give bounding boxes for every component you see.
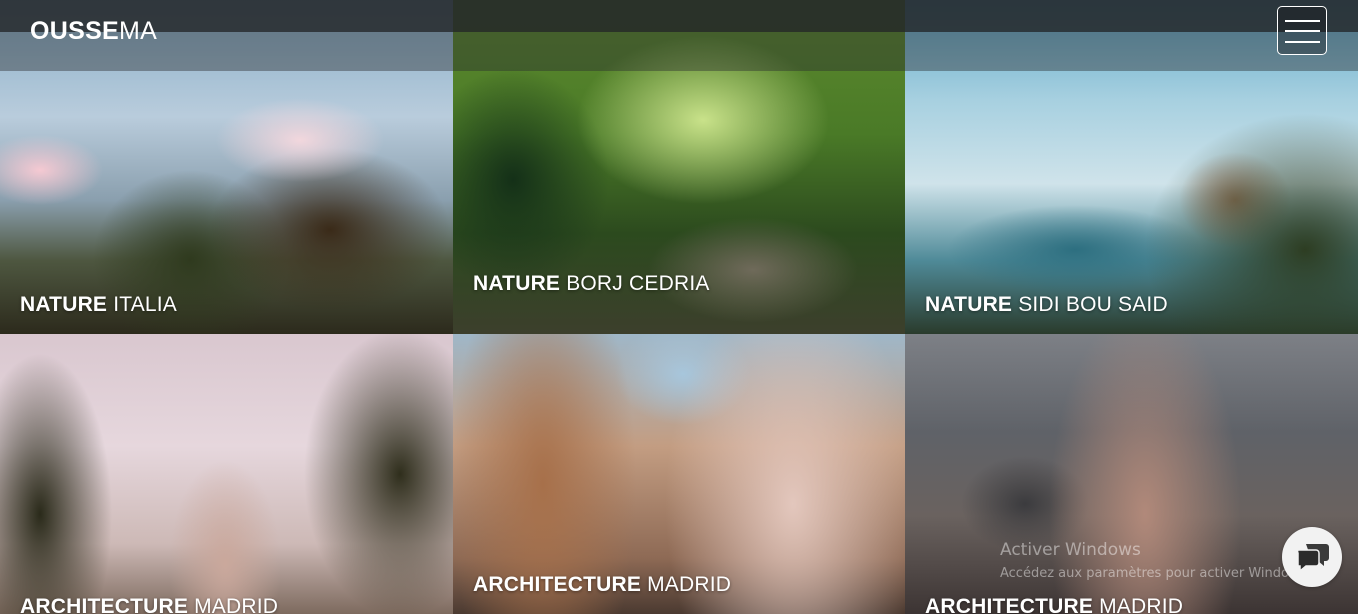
menu-line xyxy=(1285,41,1320,43)
caption-category: NATURE xyxy=(473,272,561,295)
gallery-grid: NATURE ITALIA NATURE BORJ CEDRIA NATURE … xyxy=(0,0,1358,614)
watermark-title: Activer Windows xyxy=(1000,540,1141,560)
gallery-image xyxy=(0,334,453,614)
gallery-caption: ARCHITECTURE MADRID xyxy=(20,595,278,614)
gallery-caption: ARCHITECTURE MADRID xyxy=(473,573,731,597)
caption-category: ARCHITECTURE xyxy=(473,573,642,596)
navbar: OUSSEMA xyxy=(0,0,1358,71)
brand-bold: OUSSE xyxy=(30,17,120,45)
watermark-subtitle: Accédez aux paramètres pour activer Wind… xyxy=(1000,566,1311,581)
caption-place: MADRID xyxy=(194,595,279,614)
gallery-caption: NATURE ITALIA xyxy=(20,293,177,317)
caption-category: ARCHITECTURE xyxy=(20,595,189,614)
gallery-tile[interactable]: ARCHITECTURE MADRID xyxy=(453,334,905,614)
hamburger-menu-icon[interactable] xyxy=(1277,6,1327,55)
gallery-caption: ARCHITECTURE MADRID xyxy=(925,595,1183,614)
brand-logo[interactable]: OUSSEMA xyxy=(30,17,157,46)
caption-place: SIDI BOU SAID xyxy=(1018,293,1168,316)
caption-place: ITALIA xyxy=(113,293,178,316)
caption-category: NATURE xyxy=(20,293,108,316)
caption-place: BORJ CEDRIA xyxy=(566,272,710,295)
windows-activation-watermark: Activer Windows Accédez aux paramètres p… xyxy=(1000,540,1311,581)
caption-place: MADRID xyxy=(647,573,732,596)
caption-category: ARCHITECTURE xyxy=(925,595,1094,614)
gallery-caption: NATURE SIDI BOU SAID xyxy=(925,293,1168,317)
brand-light: MA xyxy=(119,17,158,45)
caption-category: NATURE xyxy=(925,293,1013,316)
menu-line xyxy=(1285,20,1320,22)
caption-place: MADRID xyxy=(1099,595,1184,614)
menu-line xyxy=(1285,30,1320,32)
gallery-image xyxy=(453,334,905,614)
navbar-top-band xyxy=(0,0,1358,32)
chat-button[interactable] xyxy=(1282,527,1342,587)
chat-bubbles-icon xyxy=(1296,544,1329,572)
gallery-caption: NATURE BORJ CEDRIA xyxy=(473,272,710,296)
gallery-tile[interactable]: ARCHITECTURE MADRID xyxy=(0,334,453,614)
